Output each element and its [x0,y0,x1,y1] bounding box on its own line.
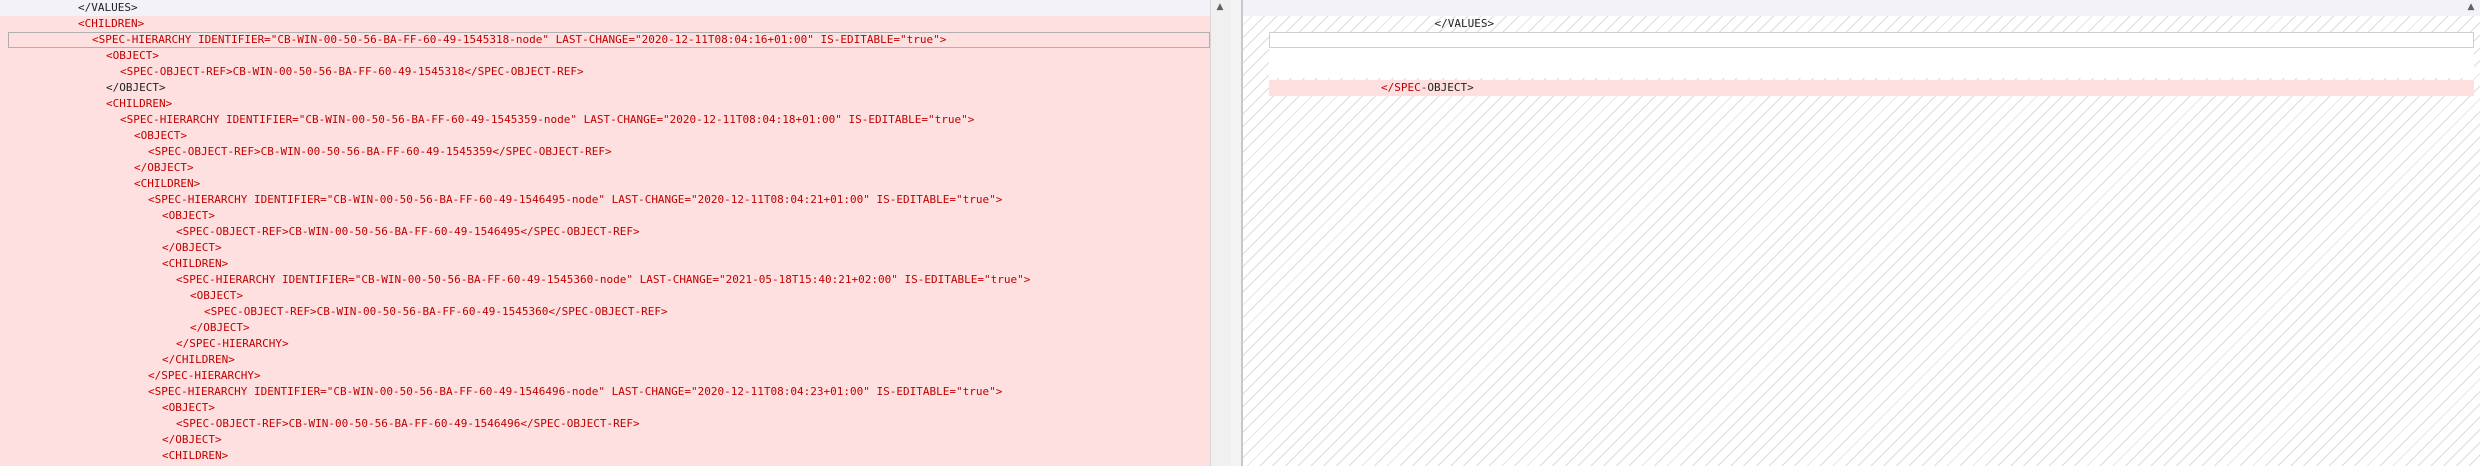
code-line-text: <SPEC-HIERARCHY IDENTIFIER="CB-WIN-00-50… [148,385,1003,398]
code-line: <SPEC-OBJECT-REF>CB-WIN-00-50-56-BA-FF-6… [176,416,640,432]
code-line-text: <OBJECT> [190,289,243,302]
code-line: </OBJECT> [106,80,166,96]
code-line-text: <OBJECT> [162,209,215,222]
code-line: </OBJECT> [162,432,222,448]
code-line-text: <SPEC-HIERARCHY IDENTIFIER="CB-WIN-00-50… [176,273,1031,286]
code-line: </OBJECT> [190,320,250,336]
code-line: </SPEC-HIERARCHY> [176,336,289,352]
code-line: <OBJECT> [190,288,243,304]
right-line-text: </VALUES> [1434,17,1495,30]
code-line: </SPEC-HIERARCHY> [148,368,261,384]
code-line-text: </OBJECT> [106,81,166,94]
right-line-values-close: </VALUES> [1408,0,1495,30]
code-line: </OBJECT> [162,240,222,256]
code-line: <SPEC-OBJECT-REF>CB-WIN-00-50-56-BA-FF-6… [176,224,640,240]
right-blank-block [1269,48,2474,78]
code-line: <CHILDREN> [162,256,228,272]
code-line-text: <SPEC-HIERARCHY IDENTIFIER="CB-WIN-00-50… [148,193,1003,206]
code-line: <OBJECT> [106,48,159,64]
code-line-text: </OBJECT> [134,161,194,174]
code-line-text: </OBJECT> [190,321,250,334]
code-line: </VALUES> [78,0,138,16]
right-diff-pane[interactable]: </VALUES> </SPEC-OBJECT> ▲ [1243,0,2480,466]
code-line: <SPEC-HIERARCHY IDENTIFIER="CB-WIN-00-50… [148,192,1002,208]
code-line: <CHILDREN> [134,176,200,192]
right-changed-prefix: </SPEC- [1381,81,1428,94]
code-line: </CHILDREN> [162,352,235,368]
code-line: <SPEC-HIERARCHY IDENTIFIER="CB-WIN-00-50… [176,272,1030,288]
code-line-text: <OBJECT> [162,401,215,414]
code-line: <CHILDREN> [78,16,144,32]
code-line: <OBJECT> [162,208,215,224]
code-line-text: <CHILDREN> [162,449,229,462]
right-placeholder-line [1269,32,2474,48]
code-line-text: <SPEC-OBJECT-REF>CB-WIN-00-50-56-BA-FF-6… [176,417,640,430]
code-line: <SPEC-OBJECT-REF>CB-WIN-00-50-56-BA-FF-6… [148,144,612,160]
code-line: <CHILDREN> [106,96,172,112]
right-changed-line: </SPEC-OBJECT> [1269,80,2474,96]
code-line-text: <SPEC-HIERARCHY IDENTIFIER="CB-WIN-00-50… [92,33,947,46]
right-scroll-up-arrow-icon[interactable]: ▲ [2464,0,2478,14]
code-line: <SPEC-HIERARCHY IDENTIFIER="CB-WIN-00-50… [92,32,946,48]
code-line: </OBJECT> [134,160,194,176]
code-line-text: </VALUES> [78,1,138,14]
code-line-text: <SPEC-OBJECT-REF>CB-WIN-00-50-56-BA-FF-6… [120,65,584,78]
left-vertical-scrollbar[interactable] [1210,0,1231,466]
code-line-text: <CHILDREN> [134,177,201,190]
code-line-text: <OBJECT> [106,49,159,62]
code-line-text: <OBJECT> [134,129,187,142]
right-gutter [1231,0,1241,466]
code-line: <SPEC-HIERARCHY IDENTIFIER="CB-WIN-00-50… [148,384,1002,400]
code-line-text: <SPEC-OBJECT-REF>CB-WIN-00-50-56-BA-FF-6… [148,145,612,158]
code-line: <SPEC-HIERARCHY IDENTIFIER="CB-WIN-00-50… [120,112,974,128]
code-line-text: <SPEC-OBJECT-REF>CB-WIN-00-50-56-BA-FF-6… [204,305,668,318]
code-line-text: </CHILDREN> [162,353,235,366]
code-line-text: <CHILDREN> [162,257,229,270]
code-line-text: </OBJECT> [162,241,222,254]
right-changed-suffix: OBJECT> [1427,81,1474,94]
code-line-text: <SPEC-OBJECT-REF>CB-WIN-00-50-56-BA-FF-6… [176,225,640,238]
code-line: <SPEC-OBJECT-REF>CB-WIN-00-50-56-BA-FF-6… [204,304,668,320]
code-line-text: </SPEC-HIERARCHY> [148,369,261,382]
left-context-strip [0,0,1210,16]
code-line: <OBJECT> [134,128,187,144]
code-line: <SPEC-OBJECT-REF>CB-WIN-00-50-56-BA-FF-6… [120,64,584,80]
scroll-up-arrow-icon[interactable]: ▲ [1210,0,1230,14]
left-diff-pane[interactable]: </VALUES> <CHILDREN> <SPEC-HIERARCHY IDENT… [0,0,1210,466]
code-line-text: </OBJECT> [162,433,222,446]
code-line-text: </SPEC-HIERARCHY> [176,337,289,350]
code-line-text: <SPEC-HIERARCHY IDENTIFIER="CB-WIN-00-50… [120,113,975,126]
code-line-text: <CHILDREN> [78,17,145,30]
right-spec-object-close: </SPEC-OBJECT> [1381,80,1474,96]
code-line: <CHILDREN> [162,448,228,464]
code-line-text: <CHILDREN> [106,97,173,110]
code-line: <OBJECT> [162,400,215,416]
